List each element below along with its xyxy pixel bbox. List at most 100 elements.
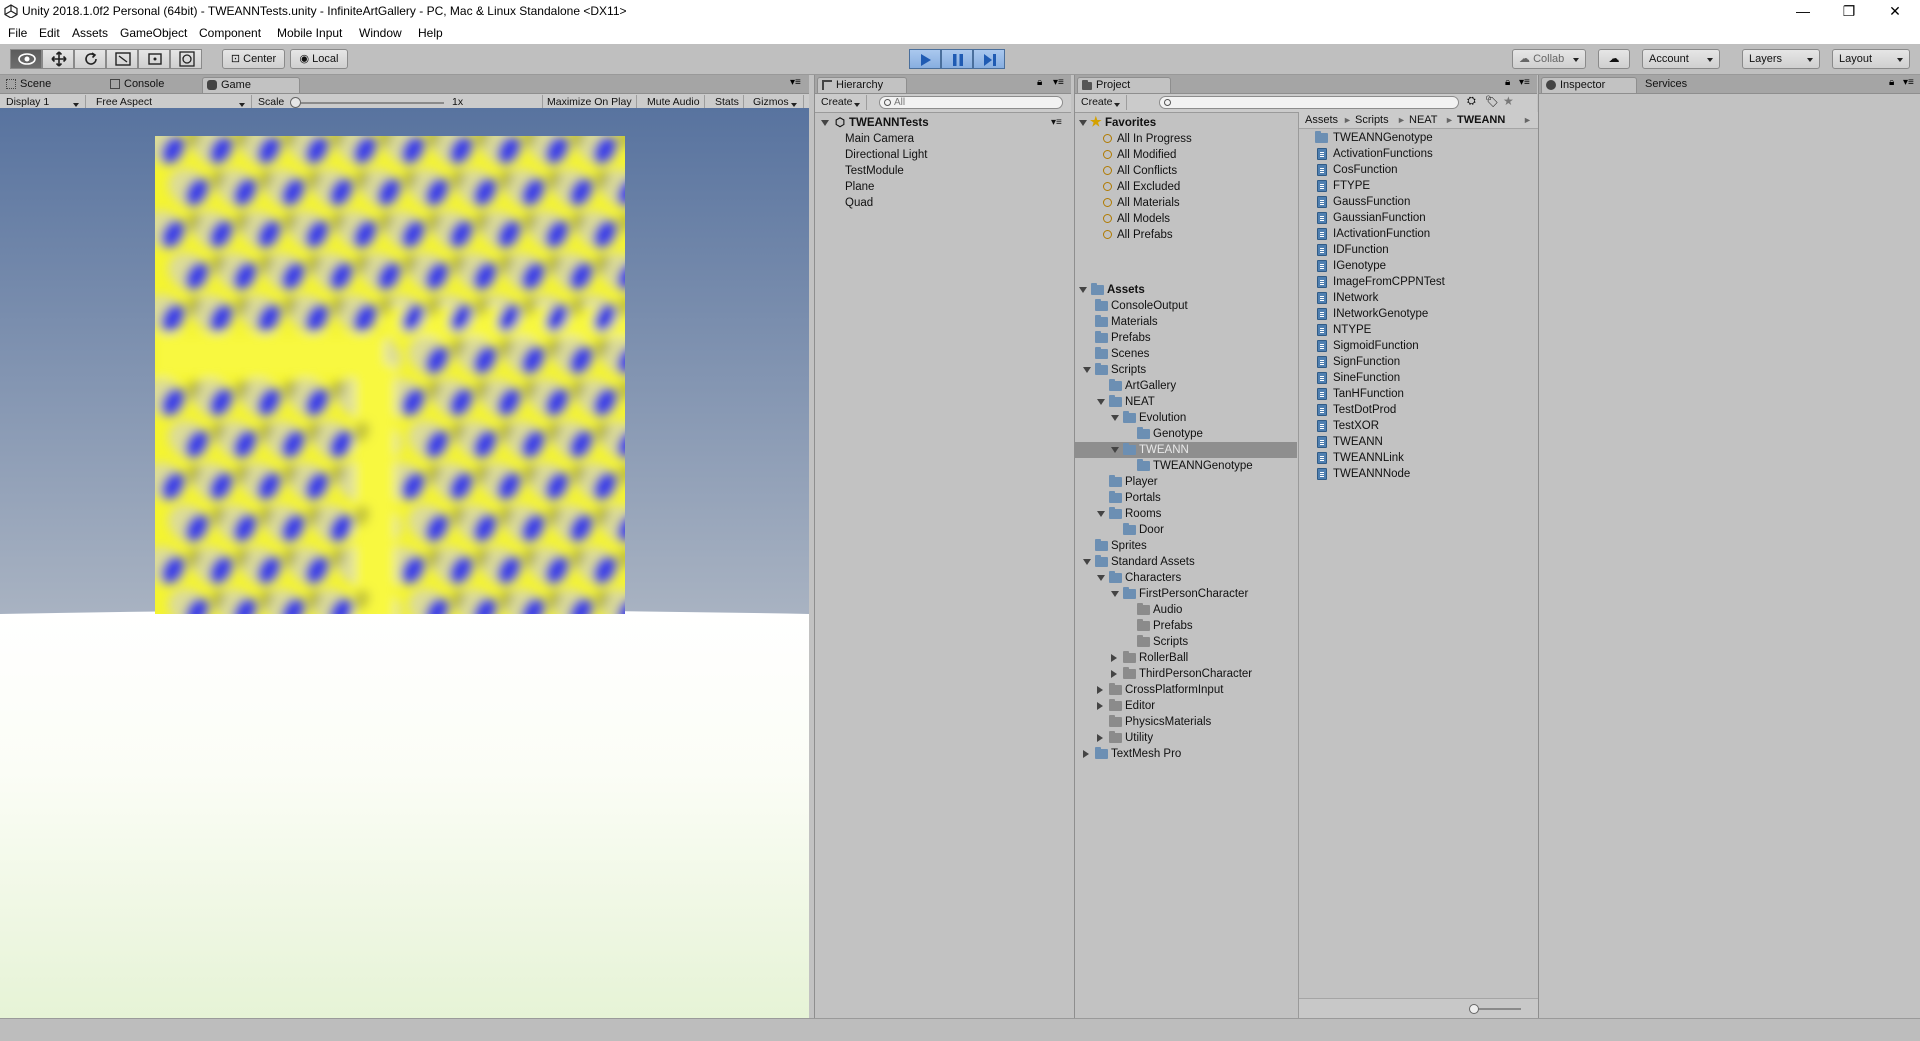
expand-arrow-icon[interactable] [1083, 750, 1089, 758]
account-dropdown[interactable]: Account [1642, 49, 1720, 69]
favorite-item[interactable]: All Prefabs [1075, 227, 1297, 243]
project-file-item[interactable]: TWEANNGenotype [1299, 130, 1535, 146]
favorite-item[interactable]: All Excluded [1075, 179, 1297, 195]
expand-arrow-icon[interactable] [821, 120, 829, 126]
menu-gameobject[interactable]: GameObject [120, 26, 187, 40]
project-tree-folder[interactable]: Player [1075, 474, 1297, 490]
project-tree-folder[interactable]: Sprites [1075, 538, 1297, 554]
project-file-item[interactable]: TWEANN [1299, 434, 1535, 450]
favorite-star-icon[interactable]: ★ [1503, 94, 1514, 108]
menu-help[interactable]: Help [418, 26, 443, 40]
scene-menu-icon[interactable]: ▾≡ [1051, 115, 1062, 131]
maximize-button[interactable]: ❐ [1826, 0, 1872, 24]
hierarchy-item[interactable]: Plane [845, 179, 874, 195]
expand-arrow-icon[interactable] [1111, 447, 1119, 453]
project-tree-folder[interactable]: Scenes [1075, 346, 1297, 362]
expand-arrow-icon[interactable] [1111, 654, 1117, 662]
expand-arrow-icon[interactable] [1097, 734, 1103, 742]
menu-mobile-input[interactable]: Mobile Input [277, 26, 342, 40]
breadcrumb-item[interactable]: Assets [1305, 112, 1338, 128]
project-tree-folder[interactable]: NEAT [1075, 394, 1297, 410]
panel-menu-icon[interactable]: ▾≡ [1519, 77, 1530, 88]
project-tree-folder[interactable]: Scripts [1075, 362, 1297, 378]
favorite-item[interactable]: All Conflicts [1075, 163, 1297, 179]
panel-menu-icon[interactable]: ▾≡ [790, 77, 801, 88]
favorite-item[interactable]: All Materials [1075, 195, 1297, 211]
panel-menu-icon[interactable]: ▾≡ [1903, 77, 1914, 88]
menu-edit[interactable]: Edit [39, 26, 60, 40]
minimize-button[interactable]: — [1780, 0, 1826, 24]
lock-icon[interactable]: 🔒︎ [1889, 77, 1894, 88]
project-file-item[interactable]: GaussianFunction [1299, 210, 1535, 226]
pause-button[interactable] [941, 49, 973, 69]
project-file-item[interactable]: IGenotype [1299, 258, 1535, 274]
project-tree-folder[interactable]: Characters [1075, 570, 1297, 586]
rotate-tool-button[interactable] [74, 49, 106, 69]
favorite-item[interactable]: All Modified [1075, 147, 1297, 163]
project-tree-folder[interactable]: Evolution [1075, 410, 1297, 426]
pivot-center-button[interactable]: ⊡ Center [222, 49, 285, 69]
expand-arrow-icon[interactable] [1097, 686, 1103, 694]
hierarchy-item[interactable]: TestModule [845, 163, 904, 179]
scene-row[interactable]: ⬡ TWEANNTests ▾≡ [819, 115, 1069, 131]
pivot-local-button[interactable]: ◉ Local [290, 49, 348, 69]
project-tree-folder[interactable]: Door [1075, 522, 1297, 538]
project-file-item[interactable]: IActivationFunction [1299, 226, 1535, 242]
project-file-item[interactable]: ActivationFunctions [1299, 146, 1535, 162]
hierarchy-item[interactable]: Directional Light [845, 147, 927, 163]
project-tree-folder[interactable]: ConsoleOutput [1075, 298, 1297, 314]
step-button[interactable] [973, 49, 1005, 69]
breadcrumb-item[interactable]: NEAT [1409, 112, 1438, 128]
project-file-item[interactable]: TWEANNLink [1299, 450, 1535, 466]
project-file-item[interactable]: CosFunction [1299, 162, 1535, 178]
tab-hierarchy[interactable]: Hierarchy [817, 77, 907, 93]
expand-arrow-icon[interactable] [1097, 575, 1105, 581]
project-file-item[interactable]: TanHFunction [1299, 386, 1535, 402]
rect-tool-button[interactable] [138, 49, 170, 69]
project-file-item[interactable]: SineFunction [1299, 370, 1535, 386]
project-tree-folder[interactable]: TWEANNGenotype [1075, 458, 1297, 474]
project-file-item[interactable]: SigmoidFunction [1299, 338, 1535, 354]
project-tree-folder[interactable]: Standard Assets [1075, 554, 1297, 570]
scale-tool-button[interactable] [106, 49, 138, 69]
cloud-button[interactable]: ☁ [1598, 49, 1630, 69]
project-tree-folder[interactable]: Editor [1075, 698, 1297, 714]
expand-arrow-icon[interactable] [1079, 120, 1087, 126]
icon-size-slider-thumb[interactable] [1469, 1004, 1479, 1014]
tab-project[interactable]: Project [1077, 77, 1171, 93]
collab-button[interactable]: ☁ Collab [1512, 49, 1586, 69]
scale-slider-track[interactable] [294, 102, 444, 104]
breadcrumb-item[interactable]: Scripts [1355, 112, 1389, 128]
project-file-item[interactable]: SignFunction [1299, 354, 1535, 370]
hierarchy-item[interactable]: Quad [845, 195, 873, 211]
project-tree-folder[interactable]: FirstPersonCharacter [1075, 586, 1297, 602]
expand-arrow-icon[interactable] [1083, 559, 1091, 565]
game-view-viewport[interactable] [0, 108, 809, 1018]
expand-arrow-icon[interactable] [1097, 399, 1105, 405]
project-file-item[interactable]: IDFunction [1299, 242, 1535, 258]
tab-services[interactable]: Services [1637, 77, 1717, 93]
tab-inspector[interactable]: Inspector [1541, 77, 1637, 93]
project-search-input[interactable] [1159, 96, 1459, 109]
project-file-item[interactable]: TestXOR [1299, 418, 1535, 434]
close-button[interactable]: ✕ [1872, 0, 1918, 24]
view-tool-button[interactable] [10, 49, 42, 69]
project-file-item[interactable]: TWEANNNode [1299, 466, 1535, 482]
search-by-type-icon[interactable]: ⛭ [1467, 95, 1476, 108]
project-tree-folder[interactable]: Materials [1075, 314, 1297, 330]
tab-game[interactable]: Game [202, 77, 300, 93]
project-file-item[interactable]: FTYPE [1299, 178, 1535, 194]
favorites-row[interactable]: ★ Favorites [1075, 114, 1297, 131]
project-tree-folder[interactable]: Audio [1075, 602, 1297, 618]
menu-component[interactable]: Component [199, 26, 261, 40]
play-button[interactable] [909, 49, 941, 69]
project-file-item[interactable]: INetwork [1299, 290, 1535, 306]
project-tree-folder[interactable]: CrossPlatformInput [1075, 682, 1297, 698]
project-tree-folder[interactable]: TextMesh Pro [1075, 746, 1297, 762]
hierarchy-create-dropdown[interactable]: Create [817, 95, 867, 110]
project-create-dropdown[interactable]: Create [1077, 95, 1127, 110]
project-tree-folder[interactable]: TWEANN [1075, 442, 1297, 458]
expand-arrow-icon[interactable] [1111, 591, 1119, 597]
menu-file[interactable]: File [8, 26, 27, 40]
hierarchy-search-input[interactable]: All [879, 96, 1063, 109]
